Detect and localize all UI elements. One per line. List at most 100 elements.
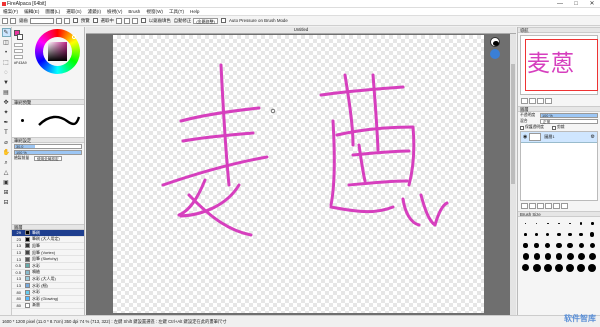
brush-size-cell[interactable] (543, 252, 552, 261)
list-item[interactable]: 0.5 水彩 (12, 263, 84, 270)
brush-size-cell[interactable] (532, 252, 541, 261)
pressure-checkbox[interactable] (221, 18, 226, 23)
g-input[interactable] (14, 49, 23, 53)
eye-icon[interactable]: ◉ (523, 134, 527, 140)
clear-layer-icon[interactable] (553, 203, 560, 209)
pen-tool-icon[interactable]: ✒ (2, 118, 11, 127)
text-tool-icon[interactable]: T (2, 128, 11, 137)
list-item[interactable]: 13 鉛筆 (Sketchy) (12, 256, 84, 263)
menu-tools[interactable]: 工具(T) (169, 8, 184, 16)
mode-select[interactable]: 使用全局設定 (34, 156, 62, 161)
lasso-tool-icon[interactable]: ◌ (2, 68, 11, 77)
preview-checkbox[interactable] (72, 18, 78, 23)
brush-size-cell[interactable] (543, 263, 552, 272)
new-folder-icon[interactable] (529, 203, 536, 209)
list-item[interactable]: 80 水彩 (Glowing) (12, 296, 84, 303)
menu-help[interactable]: Help (190, 8, 199, 16)
brush-opacity-slider[interactable]: 100 % (14, 150, 82, 155)
layer-settings-icon[interactable]: ⚙ (591, 134, 595, 140)
gradient-tool-icon[interactable]: ▤ (2, 88, 11, 97)
brush-size-cell[interactable] (554, 219, 563, 228)
list-item[interactable]: 23 筆刷 (大人用定) (12, 236, 84, 244)
hand-tool-icon[interactable]: ✋ (2, 148, 11, 157)
hue-marker[interactable] (72, 35, 76, 39)
fill-checkbox[interactable] (140, 18, 146, 23)
undo-icon[interactable] (55, 17, 62, 24)
brush-size-cell[interactable] (521, 230, 530, 239)
clip-checkbox[interactable] (551, 125, 556, 130)
list-item[interactable]: 13 水彩 (大人用) (12, 276, 84, 283)
antialias-select[interactable] (29, 17, 54, 24)
brush-size-cell[interactable] (554, 241, 563, 250)
fill-tool-icon[interactable]: ▼ (2, 78, 11, 87)
menu-view[interactable]: 檢視(V) (107, 8, 122, 16)
brush-size-cell[interactable] (577, 252, 586, 261)
move-tool-icon[interactable]: ✥ (2, 98, 11, 107)
brush-size-cell[interactable] (532, 263, 541, 272)
menu-filter[interactable]: 濾鏡(I) (88, 8, 102, 16)
notification-icon[interactable] (490, 49, 500, 59)
brush-size-cell[interactable] (543, 241, 552, 250)
brush-size-cell[interactable] (532, 230, 541, 239)
layer-name[interactable]: 圖層1 (544, 134, 554, 140)
brush-size-cell[interactable] (532, 219, 541, 228)
flip-icon[interactable] (545, 98, 552, 104)
merge-layer-icon[interactable] (545, 203, 552, 209)
brush-size-slider[interactable]: 30.0 (14, 144, 82, 149)
b-input[interactable] (14, 55, 23, 59)
protect-alpha-checkbox[interactable] (520, 125, 524, 130)
frame-tool-icon[interactable]: ▣ (2, 178, 11, 187)
brush-size-cell[interactable] (543, 230, 552, 239)
brush-size-cell[interactable] (588, 241, 597, 250)
color-sv-square[interactable] (48, 42, 67, 61)
zoom-out-icon[interactable] (529, 98, 536, 104)
brush-size-cell[interactable] (566, 252, 575, 261)
deselect-icon[interactable] (123, 17, 130, 24)
maximize-icon[interactable]: □ (568, 0, 584, 8)
layer-row[interactable]: ◉ 圖層1 ⚙ (521, 132, 597, 143)
brush-size-cell[interactable] (577, 230, 586, 239)
brush-size-cell[interactable] (588, 263, 597, 272)
navigator-preview[interactable]: 麦蒽 (520, 35, 598, 95)
brush-size-cell[interactable] (521, 263, 530, 272)
brush-size-cell[interactable] (577, 241, 586, 250)
eyedropper-icon[interactable]: ⌀ (2, 138, 11, 147)
menu-layer[interactable]: 圖層(L) (45, 8, 60, 16)
brush-size-cell[interactable] (521, 219, 530, 228)
redo-icon[interactable] (63, 17, 70, 24)
menu-select[interactable]: 選取(S) (66, 8, 81, 16)
brush-size-cell[interactable] (566, 263, 575, 272)
brush-size-cell[interactable] (566, 241, 575, 250)
menu-file[interactable]: 檔案(F) (3, 8, 18, 16)
brush-tool-icon[interactable]: ✎ (1, 28, 11, 37)
invert-icon[interactable] (131, 17, 138, 24)
brush-size-cell[interactable] (543, 219, 552, 228)
select-tool-icon[interactable]: ⬚ (2, 58, 11, 67)
drawing-canvas[interactable] (113, 35, 484, 313)
menu-brush[interactable]: Brush (128, 8, 140, 16)
open-icon[interactable] (10, 17, 16, 24)
dot-tool-icon[interactable]: • (2, 48, 11, 57)
brush-size-cell[interactable] (577, 263, 586, 272)
delete-layer-icon[interactable] (561, 203, 568, 209)
transform-icon[interactable] (115, 17, 122, 24)
eraser-tool-icon[interactable]: ◫ (2, 38, 11, 47)
brush-size-cell[interactable] (566, 219, 575, 228)
r-input[interactable] (14, 43, 23, 47)
brush-size-cell[interactable] (588, 219, 597, 228)
correction-select[interactable]: (金屬修整) (193, 17, 218, 24)
new-layer-icon[interactable] (521, 203, 528, 209)
ruler-tool-icon[interactable]: ⊟ (2, 198, 11, 207)
new-icon[interactable] (2, 17, 8, 24)
brush-size-cell[interactable] (532, 241, 541, 250)
document-tab[interactable]: Untitled (86, 27, 516, 34)
color-wheel[interactable] (35, 29, 80, 74)
menu-window[interactable]: 視窗(W) (146, 8, 163, 16)
close-icon[interactable]: ✕ (584, 0, 600, 8)
minimize-icon[interactable]: — (552, 0, 568, 8)
layer-opacity-slider[interactable]: 100 % (540, 113, 598, 118)
secondary-color-swatch[interactable] (17, 34, 23, 40)
zoom-tool-icon[interactable]: ⌕ (2, 158, 11, 167)
zoom-in-icon[interactable] (521, 98, 528, 104)
blend-select[interactable]: 正常 (540, 119, 598, 124)
